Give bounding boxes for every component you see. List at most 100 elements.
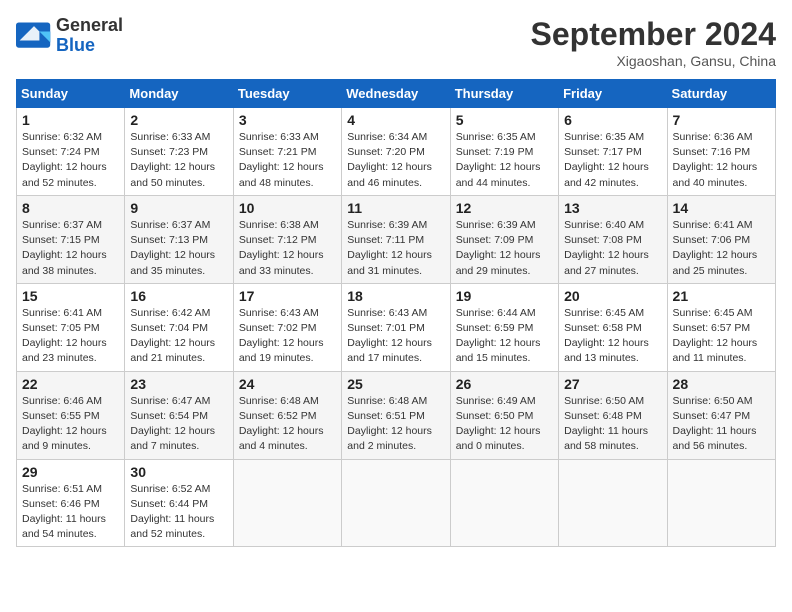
day-info: Sunrise: 6:47 AMSunset: 6:54 PMDaylight:… bbox=[130, 394, 227, 455]
day-cell: 25 Sunrise: 6:48 AMSunset: 6:51 PMDayligh… bbox=[342, 371, 450, 459]
day-number: 12 bbox=[456, 200, 553, 216]
day-info: Sunrise: 6:33 AMSunset: 7:21 PMDaylight:… bbox=[239, 130, 336, 191]
day-cell: 14 Sunrise: 6:41 AMSunset: 7:06 PMDayligh… bbox=[667, 195, 775, 283]
week-row-1: 1 Sunrise: 6:32 AMSunset: 7:24 PMDaylight… bbox=[17, 108, 776, 196]
calendar-body: 1 Sunrise: 6:32 AMSunset: 7:24 PMDaylight… bbox=[17, 108, 776, 547]
dow-header-monday: Monday bbox=[125, 80, 233, 108]
day-info: Sunrise: 6:37 AMSunset: 7:15 PMDaylight:… bbox=[22, 218, 119, 279]
day-number: 27 bbox=[564, 376, 661, 392]
page-header: General Blue September 2024 Xigaoshan, G… bbox=[16, 16, 776, 69]
day-info: Sunrise: 6:34 AMSunset: 7:20 PMDaylight:… bbox=[347, 130, 444, 191]
day-cell: 1 Sunrise: 6:32 AMSunset: 7:24 PMDaylight… bbox=[17, 108, 125, 196]
day-info: Sunrise: 6:33 AMSunset: 7:23 PMDaylight:… bbox=[130, 130, 227, 191]
day-number: 11 bbox=[347, 200, 444, 216]
day-cell: 27 Sunrise: 6:50 AMSunset: 6:48 PMDayligh… bbox=[559, 371, 667, 459]
day-cell: 30Sunrise: 6:52 AMSunset: 6:44 PMDayligh… bbox=[125, 459, 233, 547]
day-cell: 12 Sunrise: 6:39 AMSunset: 7:09 PMDayligh… bbox=[450, 195, 558, 283]
day-number: 3 bbox=[239, 112, 336, 128]
day-number: 19 bbox=[456, 288, 553, 304]
day-cell: 19 Sunrise: 6:44 AMSunset: 6:59 PMDayligh… bbox=[450, 283, 558, 371]
location-subtitle: Xigaoshan, Gansu, China bbox=[531, 53, 776, 69]
logo: General Blue bbox=[16, 16, 123, 56]
day-cell: 24Sunrise: 6:48 AMSunset: 6:52 PMDayligh… bbox=[233, 371, 341, 459]
day-number: 21 bbox=[673, 288, 770, 304]
day-cell: 26 Sunrise: 6:49 AMSunset: 6:50 PMDayligh… bbox=[450, 371, 558, 459]
day-cell: 3 Sunrise: 6:33 AMSunset: 7:21 PMDaylight… bbox=[233, 108, 341, 196]
day-number: 17 bbox=[239, 288, 336, 304]
day-info: Sunrise: 6:48 AMSunset: 6:51 PMDaylight:… bbox=[347, 394, 444, 455]
day-info: Sunrise: 6:43 AMSunset: 7:02 PMDaylight:… bbox=[239, 306, 336, 367]
day-info: Sunrise: 6:37 AMSunset: 7:13 PMDaylight:… bbox=[130, 218, 227, 279]
day-info: Sunrise: 6:50 AMSunset: 6:47 PMDaylight:… bbox=[673, 394, 770, 455]
day-info: Sunrise: 6:32 AMSunset: 7:24 PMDaylight:… bbox=[22, 130, 119, 191]
day-number: 29 bbox=[22, 464, 119, 480]
day-cell: 18 Sunrise: 6:43 AMSunset: 7:01 PMDayligh… bbox=[342, 283, 450, 371]
day-info: Sunrise: 6:42 AMSunset: 7:04 PMDaylight:… bbox=[130, 306, 227, 367]
day-number: 1 bbox=[22, 112, 119, 128]
day-info: Sunrise: 6:50 AMSunset: 6:48 PMDaylight:… bbox=[564, 394, 661, 455]
day-cell: 10 Sunrise: 6:38 AMSunset: 7:12 PMDayligh… bbox=[233, 195, 341, 283]
day-cell: 16 Sunrise: 6:42 AMSunset: 7:04 PMDayligh… bbox=[125, 283, 233, 371]
week-row-4: 22 Sunrise: 6:46 AMSunset: 6:55 PMDayligh… bbox=[17, 371, 776, 459]
day-number: 10 bbox=[239, 200, 336, 216]
day-number: 23 bbox=[130, 376, 227, 392]
day-number: 24 bbox=[239, 376, 336, 392]
day-number: 13 bbox=[564, 200, 661, 216]
day-number: 6 bbox=[564, 112, 661, 128]
dow-header-wednesday: Wednesday bbox=[342, 80, 450, 108]
day-number: 30 bbox=[130, 464, 227, 480]
dow-header-sunday: Sunday bbox=[17, 80, 125, 108]
day-cell bbox=[233, 459, 341, 547]
day-info: Sunrise: 6:41 AMSunset: 7:06 PMDaylight:… bbox=[673, 218, 770, 279]
day-info: Sunrise: 6:46 AMSunset: 6:55 PMDaylight:… bbox=[22, 394, 119, 455]
day-cell: 2Sunrise: 6:33 AMSunset: 7:23 PMDaylight… bbox=[125, 108, 233, 196]
day-info: Sunrise: 6:44 AMSunset: 6:59 PMDaylight:… bbox=[456, 306, 553, 367]
day-number: 8 bbox=[22, 200, 119, 216]
day-number: 5 bbox=[456, 112, 553, 128]
logo-text-general: General bbox=[56, 16, 123, 36]
dow-header-tuesday: Tuesday bbox=[233, 80, 341, 108]
day-cell bbox=[667, 459, 775, 547]
day-cell: 6 Sunrise: 6:35 AMSunset: 7:17 PMDaylight… bbox=[559, 108, 667, 196]
day-cell: 21 Sunrise: 6:45 AMSunset: 6:57 PMDayligh… bbox=[667, 283, 775, 371]
dow-header-thursday: Thursday bbox=[450, 80, 558, 108]
day-info: Sunrise: 6:35 AMSunset: 7:17 PMDaylight:… bbox=[564, 130, 661, 191]
calendar-table: SundayMondayTuesdayWednesdayThursdayFrid… bbox=[16, 79, 776, 547]
day-number: 9 bbox=[130, 200, 227, 216]
week-row-3: 15Sunrise: 6:41 AMSunset: 7:05 PMDayligh… bbox=[17, 283, 776, 371]
logo-icon bbox=[16, 22, 52, 50]
day-info: Sunrise: 6:40 AMSunset: 7:08 PMDaylight:… bbox=[564, 218, 661, 279]
day-cell: 23 Sunrise: 6:47 AMSunset: 6:54 PMDayligh… bbox=[125, 371, 233, 459]
week-row-5: 29 Sunrise: 6:51 AMSunset: 6:46 PMDayligh… bbox=[17, 459, 776, 547]
day-number: 18 bbox=[347, 288, 444, 304]
day-info: Sunrise: 6:39 AMSunset: 7:11 PMDaylight:… bbox=[347, 218, 444, 279]
day-number: 25 bbox=[347, 376, 444, 392]
day-info: Sunrise: 6:45 AMSunset: 6:58 PMDaylight:… bbox=[564, 306, 661, 367]
day-info: Sunrise: 6:43 AMSunset: 7:01 PMDaylight:… bbox=[347, 306, 444, 367]
day-info: Sunrise: 6:39 AMSunset: 7:09 PMDaylight:… bbox=[456, 218, 553, 279]
day-cell: 11 Sunrise: 6:39 AMSunset: 7:11 PMDayligh… bbox=[342, 195, 450, 283]
day-number: 22 bbox=[22, 376, 119, 392]
day-of-week-header-row: SundayMondayTuesdayWednesdayThursdayFrid… bbox=[17, 80, 776, 108]
day-number: 16 bbox=[130, 288, 227, 304]
day-number: 28 bbox=[673, 376, 770, 392]
day-cell: 9 Sunrise: 6:37 AMSunset: 7:13 PMDaylight… bbox=[125, 195, 233, 283]
day-info: Sunrise: 6:35 AMSunset: 7:19 PMDaylight:… bbox=[456, 130, 553, 191]
day-cell bbox=[559, 459, 667, 547]
day-cell: 29 Sunrise: 6:51 AMSunset: 6:46 PMDayligh… bbox=[17, 459, 125, 547]
day-number: 7 bbox=[673, 112, 770, 128]
day-cell: 13 Sunrise: 6:40 AMSunset: 7:08 PMDayligh… bbox=[559, 195, 667, 283]
day-cell: 7Sunrise: 6:36 AMSunset: 7:16 PMDaylight… bbox=[667, 108, 775, 196]
day-number: 14 bbox=[673, 200, 770, 216]
day-cell bbox=[342, 459, 450, 547]
day-cell: 22 Sunrise: 6:46 AMSunset: 6:55 PMDayligh… bbox=[17, 371, 125, 459]
day-cell: 4Sunrise: 6:34 AMSunset: 7:20 PMDaylight… bbox=[342, 108, 450, 196]
week-row-2: 8 Sunrise: 6:37 AMSunset: 7:15 PMDaylight… bbox=[17, 195, 776, 283]
day-number: 26 bbox=[456, 376, 553, 392]
month-title: September 2024 bbox=[531, 16, 776, 53]
day-cell: 15Sunrise: 6:41 AMSunset: 7:05 PMDayligh… bbox=[17, 283, 125, 371]
day-info: Sunrise: 6:38 AMSunset: 7:12 PMDaylight:… bbox=[239, 218, 336, 279]
day-info: Sunrise: 6:51 AMSunset: 6:46 PMDaylight:… bbox=[22, 482, 119, 543]
day-info: Sunrise: 6:45 AMSunset: 6:57 PMDaylight:… bbox=[673, 306, 770, 367]
day-info: Sunrise: 6:49 AMSunset: 6:50 PMDaylight:… bbox=[456, 394, 553, 455]
